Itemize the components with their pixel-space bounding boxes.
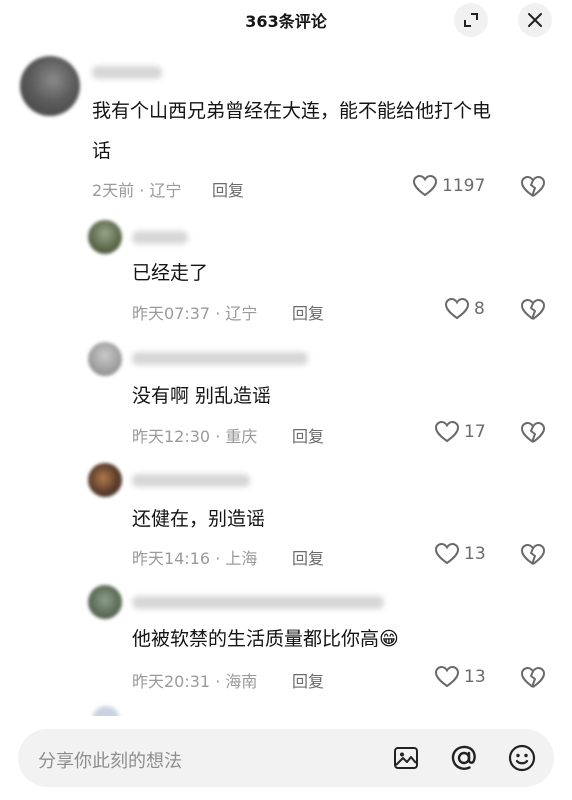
- dislike-button[interactable]: [520, 543, 546, 571]
- close-icon: [528, 13, 542, 27]
- avatar[interactable]: [88, 220, 122, 254]
- comment-text: 还健在，别造谣: [132, 508, 266, 530]
- heart-icon: [444, 297, 470, 320]
- comment-text: 已经走了: [132, 262, 209, 284]
- broken-heart-icon: [521, 422, 545, 443]
- comment-text-continued: 话: [92, 140, 112, 162]
- like-count: 1197: [442, 176, 486, 196]
- avatar[interactable]: [88, 463, 122, 497]
- like-count: 13: [464, 544, 486, 564]
- like-button[interactable]: 1197: [412, 174, 485, 198]
- expand-button[interactable]: [454, 3, 488, 37]
- reply-button[interactable]: 回复: [292, 300, 324, 324]
- comments-header: 363条评论: [0, 0, 572, 40]
- comment-composer: 分享你此刻的想法: [0, 716, 572, 800]
- comment-meta: 昨天14:16 · 上海: [132, 549, 258, 568]
- emoji-icon: [508, 744, 536, 772]
- like-count: 17: [464, 422, 486, 442]
- avatar[interactable]: [88, 342, 122, 376]
- broken-heart-icon: [521, 544, 545, 565]
- avatar[interactable]: [88, 585, 122, 619]
- comment-input[interactable]: 分享你此刻的想法: [18, 729, 554, 787]
- reply-button[interactable]: 回复: [292, 668, 324, 692]
- dislike-button[interactable]: [520, 421, 546, 449]
- broken-heart-icon: [521, 299, 545, 320]
- dislike-button[interactable]: [520, 298, 546, 326]
- like-count: 13: [464, 667, 486, 687]
- dislike-button[interactable]: [520, 175, 546, 203]
- mention-icon: [451, 745, 476, 770]
- comment-text: 没有啊 别乱造谣: [132, 385, 272, 407]
- broken-heart-icon: [521, 176, 545, 197]
- comment-text: 他被软禁的生活质量都比你高😁: [132, 628, 399, 650]
- close-button[interactable]: [518, 3, 552, 37]
- like-button[interactable]: 8: [444, 297, 485, 321]
- heart-icon: [434, 665, 460, 688]
- emoji-button[interactable]: [506, 742, 538, 774]
- like-count: 8: [474, 299, 485, 319]
- expand-icon: [464, 13, 478, 27]
- like-button[interactable]: 13: [434, 665, 486, 689]
- commenter-name[interactable]: [132, 231, 188, 244]
- reply-button[interactable]: 回复: [212, 177, 244, 201]
- avatar[interactable]: [20, 56, 80, 116]
- commenter-name[interactable]: [132, 596, 384, 609]
- image-icon: [394, 747, 418, 769]
- like-button[interactable]: 13: [434, 542, 486, 566]
- reply-button[interactable]: 回复: [292, 545, 324, 569]
- reply-button[interactable]: 回复: [292, 423, 324, 447]
- dislike-button[interactable]: [520, 666, 546, 694]
- commenter-name[interactable]: [132, 474, 250, 487]
- broken-heart-icon: [521, 667, 545, 688]
- mention-button[interactable]: [448, 742, 480, 774]
- commenter-name[interactable]: [132, 352, 308, 365]
- commenter-name[interactable]: [92, 66, 162, 79]
- comment-input-placeholder: 分享你此刻的想法: [38, 751, 182, 772]
- comment-meta: 昨天20:31 · 海南: [132, 672, 258, 691]
- comment-meta: 2天前 · 辽宁: [92, 181, 182, 200]
- heart-icon: [412, 174, 438, 197]
- like-button[interactable]: 17: [434, 420, 486, 444]
- image-button[interactable]: [390, 742, 422, 774]
- heart-icon: [434, 542, 460, 565]
- comment-meta: 昨天12:30 · 重庆: [132, 427, 258, 446]
- comment-text: 我有个山西兄弟曾经在大连，能不能给他打个电: [92, 100, 492, 122]
- heart-icon: [434, 420, 460, 443]
- comment-meta: 昨天07:37 · 辽宁: [132, 304, 258, 323]
